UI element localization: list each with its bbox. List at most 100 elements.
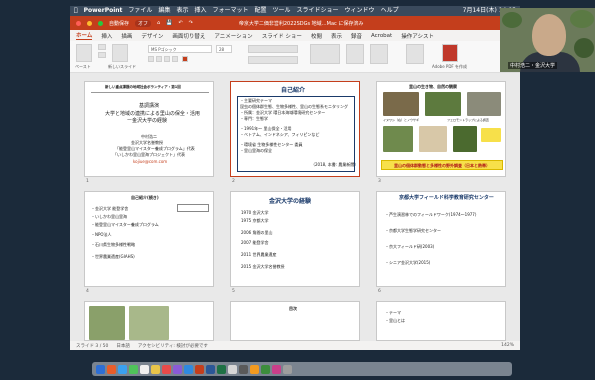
landscape-photo: [89, 306, 125, 340]
photos-icon[interactable]: [173, 364, 182, 374]
tab-review[interactable]: 校閲: [311, 32, 322, 40]
font-name-select[interactable]: MS Pゴシック: [148, 45, 212, 53]
new-slide-button[interactable]: [112, 44, 128, 62]
tab-tell-me[interactable]: 操作アシスト: [401, 32, 434, 40]
slide-thumbnail-2[interactable]: 自己紹介 ・主要研究テーマ 昆虫の個体群生態、生物多様性、里山の生態系モニタリン…: [230, 81, 360, 177]
close-window-button[interactable]: [76, 20, 81, 26]
bold-button[interactable]: [148, 56, 154, 62]
safari-icon[interactable]: [118, 364, 127, 374]
tab-transitions[interactable]: 画面切り替え: [172, 32, 205, 40]
tab-acrobat[interactable]: Acrobat: [371, 33, 392, 39]
label-box: [177, 204, 209, 212]
slide-text: 1975 京都大学: [241, 218, 269, 223]
bullets-group[interactable]: [248, 45, 298, 53]
font-color-button[interactable]: [182, 56, 188, 62]
menu-window[interactable]: ウィンドウ: [345, 6, 375, 16]
trash-icon[interactable]: [283, 364, 292, 374]
zoom-window-button[interactable]: [98, 20, 103, 26]
forest-photo: [383, 126, 413, 152]
slide-text: ・いしかわ里山里海: [91, 214, 127, 219]
tab-view[interactable]: 表示: [331, 32, 342, 40]
music-icon[interactable]: [272, 364, 281, 374]
slide-text: ・1991年～ 里山保全・活用: [240, 126, 292, 131]
app-icon[interactable]: [250, 364, 259, 374]
tab-home[interactable]: ホーム: [76, 31, 93, 40]
zoom-icon[interactable]: [184, 364, 193, 374]
font-size-select[interactable]: 28: [216, 45, 232, 53]
menu-help[interactable]: ヘルプ: [381, 6, 399, 16]
underline-button[interactable]: [164, 56, 170, 62]
ribbon-home: ペースト 新しいスライド MS Pゴシック 28 Adobe PDF を作成: [70, 41, 520, 73]
menu-tools[interactable]: ツール: [273, 6, 291, 16]
tab-slideshow[interactable]: スライド ショー: [262, 32, 302, 40]
autosave-toggle[interactable]: オフ: [135, 19, 152, 27]
shapes-gallery[interactable]: [310, 44, 340, 64]
slide-number: 1: [86, 179, 89, 184]
strikethrough-button[interactable]: [172, 56, 178, 62]
arrange-button[interactable]: [346, 44, 364, 64]
menu-app-name[interactable]: PowerPoint: [84, 6, 123, 16]
slide-thumbnail-8[interactable]: 目次: [230, 301, 360, 341]
slide-text: 2007 能登学舎: [241, 240, 269, 245]
menu-slideshow[interactable]: スライドショー: [297, 6, 339, 16]
save-icon[interactable]: 💾: [166, 20, 172, 26]
zoom-level[interactable]: 142%: [501, 343, 520, 348]
wildlife-photo: [383, 92, 419, 116]
photo-caption: イヌワシ（右）とノウサギ: [383, 118, 420, 122]
app-icon[interactable]: [261, 364, 270, 374]
mail-icon[interactable]: [140, 364, 149, 374]
tab-animations[interactable]: アニメーション: [214, 32, 252, 40]
apple-icon[interactable]: : [74, 6, 78, 16]
home-icon[interactable]: ⌂: [157, 20, 160, 26]
tab-draw[interactable]: 描画: [121, 32, 132, 40]
redo-icon[interactable]: ↷: [189, 20, 193, 26]
slide-thumbnail-4[interactable]: 自己紹介(続き) ・金沢大学 能登学舎 ・いしかわ里山里海 ・能登里山マイスター…: [84, 191, 214, 287]
calendar-icon[interactable]: [162, 364, 171, 374]
tab-insert[interactable]: 挿入: [101, 32, 112, 40]
excel-icon[interactable]: [217, 364, 226, 374]
menu-format[interactable]: フォーマット: [212, 6, 248, 16]
slide-text: 「能登里山マイスター養成プログラム」代表: [115, 146, 195, 151]
menu-view[interactable]: 表示: [176, 6, 188, 16]
slide-title: 京都大学フィールド科学教育研究センター: [399, 195, 494, 201]
minimize-window-button[interactable]: [87, 20, 92, 26]
alignment-group[interactable]: [248, 56, 298, 64]
tab-design[interactable]: デザイン: [141, 32, 163, 40]
slide-text: 2015 金沢大学名誉教授: [241, 264, 285, 269]
messages-icon[interactable]: [129, 364, 138, 374]
powerpoint-icon[interactable]: [195, 364, 204, 374]
slide-thumbnail-9[interactable]: ・テーマ ・里山とは: [376, 301, 506, 341]
accessibility-status[interactable]: アクセシビリティ: 検討が必要です: [138, 343, 208, 349]
slide-thumbnail-5[interactable]: 金沢大学の経験 1970 金沢大学 1975 京都大学 2006 角間の里山 2…: [230, 191, 360, 287]
menu-file[interactable]: ファイル: [128, 6, 152, 16]
word-icon[interactable]: [206, 364, 215, 374]
slide-thumbnail-6[interactable]: 京都大学フィールド科学教育研究センター ・芦生演習林でのフィールドワーク(197…: [376, 191, 506, 287]
paste-button[interactable]: [76, 44, 92, 62]
italic-button[interactable]: [156, 56, 162, 62]
tab-record[interactable]: 録音: [351, 32, 362, 40]
slide-text: ー金沢大学の経験: [127, 118, 168, 124]
launchpad-icon[interactable]: [107, 364, 116, 374]
terminal-icon[interactable]: [239, 364, 248, 374]
acrobat-create-pdf-button[interactable]: [442, 44, 458, 62]
cut-icon[interactable]: [98, 44, 106, 50]
document-title: 帝京大学二価非営利2022SDGs 地域…Mac に保存済み: [238, 20, 364, 27]
notes-icon[interactable]: [151, 364, 160, 374]
slide-thumbnail-3[interactable]: 里山の生き物、自然の観察 イヌワシ（右）とノウサギ フェロモントラップによる調査…: [376, 81, 506, 177]
finder-icon[interactable]: [96, 364, 105, 374]
menu-edit[interactable]: 編集: [158, 6, 170, 16]
slide-thumbnail-7[interactable]: [84, 301, 214, 341]
slide-text: ・芦生演習林でのフィールドワーク(1974～1977): [385, 212, 477, 217]
new-slide-label: 新しいスライド: [108, 64, 136, 69]
menu-insert[interactable]: 挿入: [194, 6, 206, 16]
slide-title: 自己紹介: [281, 87, 306, 94]
settings-icon[interactable]: [228, 364, 237, 374]
ribbon-tab-bar: ホーム 挿入 描画 デザイン 画面切り替え アニメーション スライド ショー 校…: [70, 30, 520, 41]
quick-styles-button[interactable]: [370, 44, 388, 64]
copy-icon[interactable]: [98, 52, 106, 58]
slide-thumbnail-1[interactable]: 新しい重点課題の地域社会ボランティア・第1回 基調講演 大学と地域の連携による里…: [84, 81, 214, 177]
menu-arrange[interactable]: 配置: [255, 6, 267, 16]
undo-icon[interactable]: ↶: [178, 20, 182, 26]
dictate-button[interactable]: [406, 44, 424, 64]
language-indicator[interactable]: 日本語: [116, 343, 130, 349]
